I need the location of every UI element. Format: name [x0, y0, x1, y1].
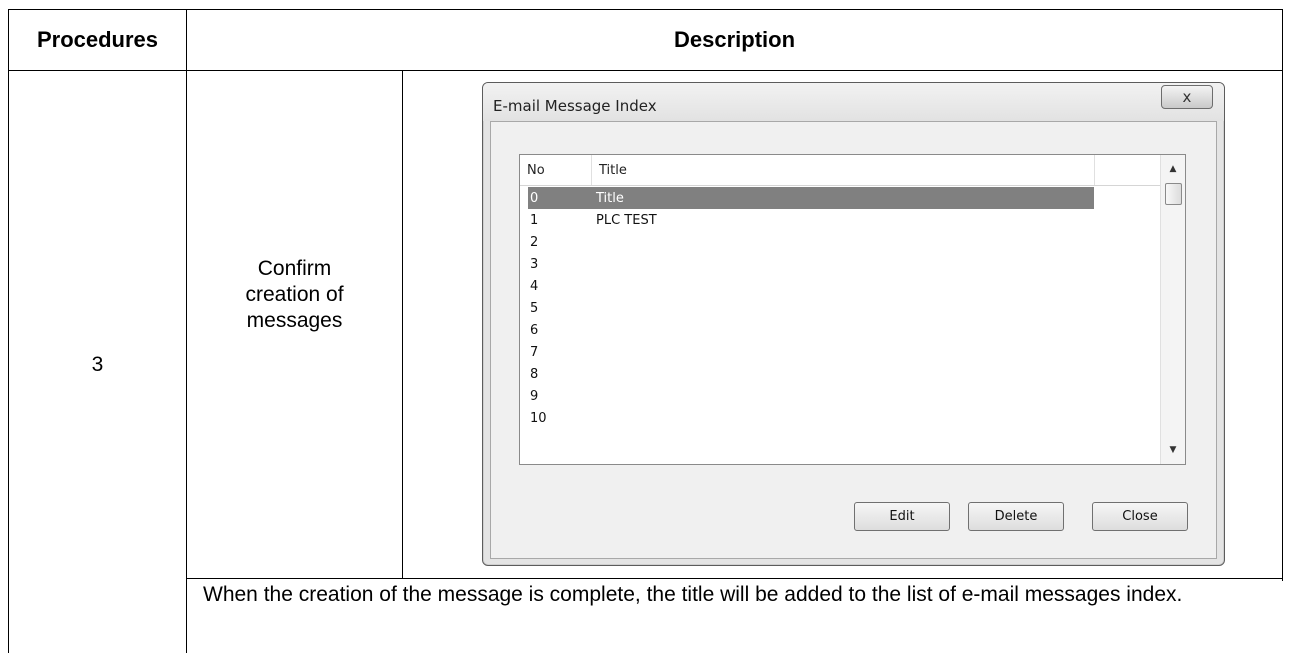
- list-item[interactable]: 5: [528, 297, 1094, 319]
- list-item-title: Title: [596, 190, 624, 206]
- list-item-number: 7: [530, 344, 539, 360]
- table-border-right: [1282, 9, 1283, 581]
- scroll-down-arrow-icon[interactable]: ▼: [1161, 438, 1185, 462]
- list-header: No Title: [520, 155, 1160, 186]
- list-item[interactable]: 7: [528, 341, 1094, 363]
- column-header-filler: [1095, 155, 1160, 185]
- list-item[interactable]: 10: [528, 407, 1094, 429]
- edit-button[interactable]: Edit: [854, 502, 950, 531]
- close-button[interactable]: Close: [1092, 502, 1188, 531]
- message-list[interactable]: No Title 0 Title 1 PLC TEST 2 3 4 5 6 7 8 9 10 ▲ ▼: [519, 154, 1186, 465]
- close-window-button[interactable]: x: [1161, 85, 1213, 109]
- list-item[interactable]: 4: [528, 275, 1094, 297]
- scroll-up-arrow-icon[interactable]: ▲: [1161, 157, 1185, 181]
- step-action-line: creation of: [245, 283, 344, 306]
- table-subcol-divider: [402, 70, 403, 578]
- scrollbar-thumb[interactable]: [1165, 183, 1182, 205]
- list-item-number: 9: [530, 388, 539, 404]
- close-icon: x: [1182, 88, 1192, 106]
- table-header-divider: [8, 70, 1283, 71]
- column-header-title[interactable]: Title: [592, 155, 1095, 185]
- list-item-number: 8: [530, 366, 539, 382]
- step-action-line: messages: [246, 309, 343, 332]
- list-item-number: 4: [530, 278, 539, 294]
- list-item-title: PLC TEST: [596, 212, 657, 228]
- list-item-number: 1: [530, 212, 539, 228]
- dialog-titlebar: E-mail Message Index x: [483, 83, 1224, 121]
- list-item-number: 6: [530, 322, 539, 338]
- list-item[interactable]: 2: [528, 231, 1094, 253]
- vertical-scrollbar[interactable]: ▲ ▼: [1160, 155, 1185, 464]
- header-description: Description: [673, 27, 796, 52]
- description-note: When the creation of the message is comp…: [203, 583, 1183, 606]
- list-item-number: 0: [530, 190, 539, 206]
- table-border-left: [8, 9, 9, 653]
- email-message-index-dialog: E-mail Message Index x No Title 0 Title 1 P…: [482, 82, 1225, 566]
- list-item[interactable]: 1 PLC TEST: [528, 209, 1094, 231]
- header-procedures: Procedures: [36, 27, 159, 52]
- step-action-line: Confirm: [257, 257, 332, 280]
- dialog-client-area: No Title 0 Title 1 PLC TEST 2 3 4 5 6 7 8 9 10 ▲ ▼ E…: [490, 121, 1217, 559]
- table-desc-divider: [186, 578, 1283, 579]
- dialog-title: E-mail Message Index: [493, 97, 657, 115]
- list-item[interactable]: 9: [528, 385, 1094, 407]
- list-item-number: 5: [530, 300, 539, 316]
- list-item[interactable]: 6: [528, 319, 1094, 341]
- list-item[interactable]: 0 Title: [528, 187, 1094, 209]
- step-number: 3: [91, 353, 104, 376]
- list-item-number: 10: [530, 410, 547, 426]
- step-action: Confirm creation of messages: [187, 250, 402, 340]
- list-item-number: 3: [530, 256, 539, 272]
- list-item[interactable]: 3: [528, 253, 1094, 275]
- list-item-number: 2: [530, 234, 539, 250]
- delete-button[interactable]: Delete: [968, 502, 1064, 531]
- list-item[interactable]: 8: [528, 363, 1094, 385]
- column-header-no[interactable]: No: [520, 155, 592, 185]
